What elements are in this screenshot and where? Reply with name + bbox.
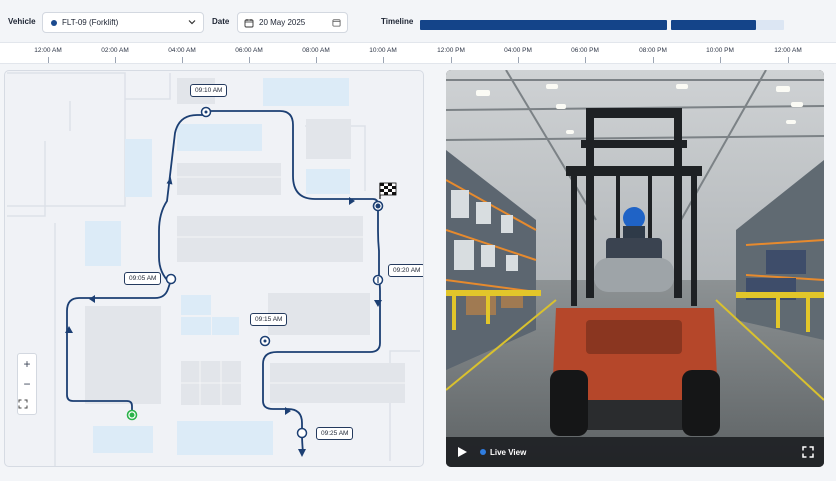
ruler-tick-label: 12:00 AM bbox=[34, 47, 62, 54]
vehicle-label: Vehicle bbox=[8, 17, 36, 26]
time-ruler[interactable]: 12:00 AM 02:00 AM 04:00 AM 06:00 AM 08:00 AM… bbox=[0, 42, 836, 64]
waypoint-label-0920[interactable]: 09:20 AM bbox=[388, 264, 423, 277]
timeline-segment-2[interactable] bbox=[671, 20, 756, 30]
ruler-tick bbox=[451, 57, 452, 63]
timeline-remaining bbox=[756, 20, 784, 30]
video-control-bar: Live View bbox=[446, 437, 824, 467]
play-icon[interactable] bbox=[456, 446, 468, 458]
ruler-tick bbox=[182, 57, 183, 63]
ruler-tick-label: 06:00 PM bbox=[571, 47, 599, 54]
chevron-down-icon bbox=[188, 20, 196, 25]
live-video-feed[interactable]: Live View bbox=[446, 70, 824, 467]
live-view-label: Live View bbox=[490, 447, 527, 457]
ruler-tick bbox=[48, 57, 49, 63]
waypoint-label-0905[interactable]: 09:05 AM bbox=[124, 272, 162, 285]
ruler-tick bbox=[316, 57, 317, 63]
ruler-tick-label: 10:00 AM bbox=[369, 47, 397, 54]
waypoint-0925-marker bbox=[296, 427, 308, 439]
waypoint-label-0910[interactable]: 09:10 AM bbox=[190, 84, 228, 97]
date-value: 20 May 2025 bbox=[259, 18, 306, 27]
calendar-open-icon bbox=[332, 19, 341, 27]
vehicle-select[interactable]: FLT-09 (Forklift) bbox=[42, 12, 204, 33]
ruler-tick-label: 06:00 AM bbox=[235, 47, 263, 54]
ruler-tick bbox=[383, 57, 384, 63]
ruler-tick bbox=[720, 57, 721, 63]
date-picker[interactable]: 20 May 2025 bbox=[237, 12, 348, 33]
ruler-tick bbox=[585, 57, 586, 63]
vehicle-select-value: FLT-09 (Forklift) bbox=[62, 18, 119, 27]
ruler-tick-label: 12:00 AM bbox=[774, 47, 802, 54]
zoom-in-button[interactable]: + bbox=[18, 354, 36, 374]
ruler-tick-label: 04:00 PM bbox=[504, 47, 532, 54]
vehicle-status-dot bbox=[51, 19, 57, 26]
live-status-dot bbox=[480, 449, 486, 455]
ruler-tick bbox=[653, 57, 654, 63]
ruler-tick-label: 12:00 PM bbox=[437, 47, 465, 54]
waypoint-0905-marker bbox=[165, 273, 177, 285]
calendar-icon bbox=[244, 18, 254, 27]
zoom-controls: + − bbox=[17, 353, 37, 415]
ruler-tick bbox=[788, 57, 789, 63]
fit-view-button[interactable] bbox=[18, 394, 36, 414]
floor-map[interactable]: 09:10 AM 09:05 AM 09:15 AM 09:20 AM 09:2… bbox=[4, 70, 424, 467]
ruler-tick-label: 04:00 AM bbox=[168, 47, 196, 54]
fullscreen-icon[interactable] bbox=[802, 446, 814, 458]
timeline-label: Timeline bbox=[381, 17, 414, 26]
map-canvas bbox=[7, 72, 420, 466]
ruler-tick-label: 08:00 AM bbox=[302, 47, 330, 54]
waypoint-label-0925[interactable]: 09:25 AM bbox=[316, 427, 354, 440]
finish-flag-icon bbox=[379, 182, 397, 199]
ruler-tick-label: 02:00 AM bbox=[101, 47, 129, 54]
ruler-tick-label: 08:00 PM bbox=[639, 47, 667, 54]
fit-to-screen-icon bbox=[18, 399, 28, 409]
ruler-tick bbox=[249, 57, 250, 63]
top-toolbar: Vehicle FLT-09 (Forklift) Date 20 May 20… bbox=[0, 0, 836, 42]
date-label: Date bbox=[212, 17, 230, 26]
ruler-tick bbox=[518, 57, 519, 63]
warehouse-camera-image bbox=[446, 70, 824, 467]
waypoint-label-0915[interactable]: 09:15 AM bbox=[250, 313, 288, 326]
timeline-segment-1[interactable] bbox=[420, 20, 667, 30]
zoom-out-button[interactable]: − bbox=[18, 374, 36, 394]
ruler-tick bbox=[115, 57, 116, 63]
ruler-tick-label: 10:00 PM bbox=[706, 47, 734, 54]
